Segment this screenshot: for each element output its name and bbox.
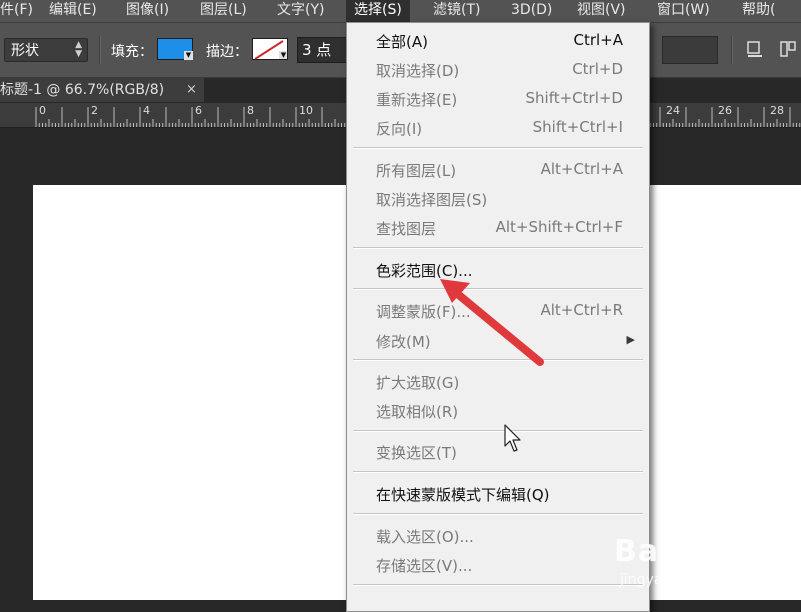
menu-separator [353, 359, 643, 361]
menu-edit[interactable]: 编辑(E) [49, 0, 97, 22]
menu-separator [353, 430, 643, 432]
menu-item-shortcut: Shift+Ctrl+I [532, 118, 623, 136]
menu-item-quick-mask[interactable]: 在快速蒙版模式下编辑(Q) [347, 481, 649, 507]
menu-3d[interactable]: 3D(D) [511, 0, 552, 22]
menu-separator [353, 247, 643, 249]
menu-item-select-all[interactable]: 全部(A) Ctrl+A [347, 28, 649, 54]
menu-item-grow[interactable]: 扩大选取(G) [347, 369, 649, 395]
menu-image[interactable]: 图像(I) [126, 0, 169, 22]
menu-item-label: 修改(M) [376, 333, 431, 351]
menu-item-save-selection[interactable]: 存储选区(V)... [347, 552, 649, 578]
menu-item-modify[interactable]: 修改(M) ▶ [347, 328, 649, 354]
menu-item-all-layers[interactable]: 所有图层(L) Alt+Ctrl+A [347, 157, 649, 183]
menu-separator [353, 513, 643, 515]
menu-item-label: 扩大选取(G) [376, 374, 460, 392]
menu-item-inverse[interactable]: 反向(I) Shift+Ctrl+I [347, 115, 649, 141]
menu-item-label: 所有图层(L) [376, 162, 457, 180]
stepper-arrows-icon: ▲ ▼ [75, 40, 82, 59]
menu-item-similar[interactable]: 选取相似(R) [347, 398, 649, 424]
tool-mode-value: 形状 [11, 43, 39, 59]
menu-item-load-selection[interactable]: 载入选区(O)... [347, 523, 649, 549]
divider [731, 36, 733, 64]
menu-item-shortcut: Ctrl+D [572, 60, 623, 78]
menu-window[interactable]: 窗口(W) [657, 0, 710, 22]
document-tab-title: 标题-1 @ 66.7%(RGB/8) [0, 82, 165, 98]
ruler-label: 24 [666, 104, 680, 117]
fill-color-swatch[interactable]: ▼ [157, 38, 193, 60]
document-tab[interactable]: 标题-1 @ 66.7%(RGB/8) × [0, 78, 204, 102]
ruler-label: 0 [39, 104, 46, 117]
menu-item-label: 取消选择(D) [376, 62, 460, 80]
menu-separator [353, 147, 643, 149]
menu-item-label: 载入选区(O)... [376, 528, 474, 546]
menu-item-label: 存储选区(V)... [376, 557, 473, 575]
ruler-label: 10 [299, 104, 313, 117]
select-menu: 全部(A) Ctrl+A 取消选择(D) Ctrl+D 重新选择(E) Shif… [346, 22, 650, 612]
fill-label: 填充： [111, 44, 153, 60]
dropdown-arrow-icon: ▼ [184, 51, 193, 60]
height-field[interactable] [662, 36, 718, 64]
ruler-label: 6 [195, 104, 202, 117]
menu-item-deselect[interactable]: 取消选择(D) Ctrl+D [347, 57, 649, 83]
menu-item-label: 取消选择图层(S) [376, 191, 488, 209]
ruler-label: 2 [91, 104, 98, 117]
ruler-label: 8 [247, 104, 254, 117]
menu-item-shortcut: Ctrl+A [573, 31, 623, 49]
tool-mode-select[interactable]: 形状 ▲ ▼ [4, 38, 88, 62]
menu-item-label: 变换选区(T) [376, 444, 457, 462]
menu-item-label: 查找图层 [376, 220, 437, 238]
menu-help[interactable]: 帮助( [742, 0, 775, 22]
menu-item-color-range[interactable]: 色彩范围(C)... [347, 257, 649, 283]
menu-file[interactable]: 件(F) [0, 0, 33, 22]
stroke-width-value: 3 点 [302, 41, 332, 59]
path-alignment-icon[interactable] [778, 39, 798, 59]
dropdown-arrow-icon: ▼ [279, 51, 287, 59]
menu-item-reselect[interactable]: 重新选择(E) Shift+Ctrl+D [347, 86, 649, 112]
stroke-color-swatch[interactable]: ▼ [252, 38, 288, 60]
menu-item-label: 全部(A) [376, 33, 428, 51]
close-icon[interactable]: × [186, 78, 197, 102]
divider [99, 36, 101, 64]
menu-item-label: 调整蒙版(F)... [376, 303, 471, 321]
menu-separator [353, 288, 643, 290]
menu-layer[interactable]: 图层(L) [200, 0, 247, 22]
menu-filter[interactable]: 滤镜(T) [433, 0, 480, 22]
menu-item-find-layers[interactable]: 查找图层 Alt+Shift+Ctrl+F [347, 215, 649, 241]
menu-type[interactable]: 文字(Y) [277, 0, 324, 22]
menu-view[interactable]: 视图(V) [577, 0, 626, 22]
stroke-width-field[interactable]: 3 点 [297, 37, 347, 63]
menu-item-label: 在快速蒙版模式下编辑(Q) [376, 486, 550, 504]
menu-select[interactable]: 选择(S) [346, 0, 410, 22]
ruler-label: 26 [718, 104, 732, 117]
menu-item-shortcut: Shift+Ctrl+D [525, 89, 623, 107]
menu-item-shortcut: Alt+Shift+Ctrl+F [495, 218, 623, 236]
menu-item-refine-mask[interactable]: 调整蒙版(F)... Alt+Ctrl+R [347, 298, 649, 324]
menu-item-shortcut: Alt+Ctrl+R [540, 301, 623, 319]
menu-item-label: 选取相似(R) [376, 403, 459, 421]
menu-item-label: 重新选择(E) [376, 91, 458, 109]
menu-separator [353, 584, 643, 586]
submenu-arrow-icon: ▶ [626, 333, 635, 346]
menu-item-transform-selection[interactable]: 变换选区(T) [347, 439, 649, 465]
stroke-label: 描边： [206, 44, 248, 60]
menu-separator [353, 471, 643, 473]
ruler-label: 4 [143, 104, 150, 117]
menu-item-shortcut: Alt+Ctrl+A [540, 160, 623, 178]
ruler-label: 28 [770, 104, 784, 117]
path-operations-icon[interactable] [745, 39, 765, 59]
menu-item-label: 反向(I) [376, 120, 423, 138]
menu-bar: 件(F) 编辑(E) 图像(I) 图层(L) 文字(Y) 选择(S) 滤镜(T)… [0, 0, 801, 23]
menu-item-deselect-layers[interactable]: 取消选择图层(S) [347, 186, 649, 212]
menu-item-label: 色彩范围(C)... [376, 262, 473, 280]
